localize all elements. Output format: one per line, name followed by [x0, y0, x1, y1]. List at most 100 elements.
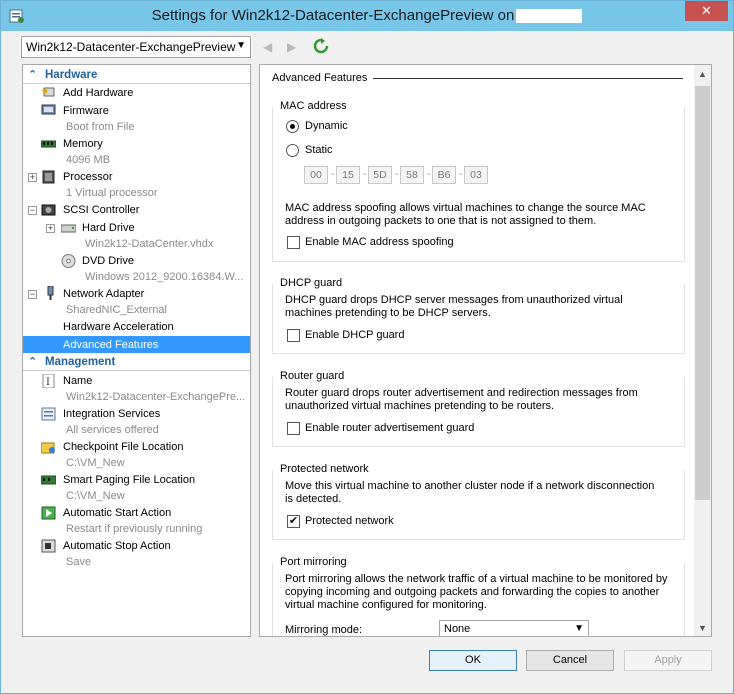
router-guard-checkbox[interactable] [287, 422, 300, 435]
tree-item-memory[interactable]: Memory [63, 136, 103, 152]
mac-spoofing-description: MAC address spoofing allows virtual mach… [285, 202, 646, 227]
integration-services-icon [41, 407, 56, 421]
svg-text:I: I [46, 377, 50, 388]
vm-select-value: Win2k12-Datacenter-ExchangePreview [26, 40, 236, 54]
dhcp-guard-description: DHCP guard drops DHCP server messages fr… [285, 294, 623, 319]
tree-item-dvd-drive[interactable]: DVD Drive [82, 253, 134, 269]
vertical-scrollbar[interactable]: ▲ ▼ [694, 65, 711, 636]
mac-dynamic-radio[interactable] [286, 120, 299, 133]
dhcp-guard-checkbox[interactable] [287, 329, 300, 342]
tree-item-network-adapter-detail: SharedNIC_External [66, 304, 167, 316]
checkpoint-folder-icon [41, 442, 55, 454]
mac-separator: - [459, 169, 463, 180]
forward-arrow-icon[interactable]: ▶ [287, 40, 296, 54]
hard-drive-icon [61, 224, 76, 233]
toolbar: Win2k12-Datacenter-ExchangePreview ▼ ◀ ▶ [1, 31, 733, 61]
tree-item-checkpoint-file-location[interactable]: Checkpoint File Location [63, 439, 183, 455]
window-title: Settings for Win2k12-Datacenter-Exchange… [1, 7, 733, 24]
window-title-text: Settings for Win2k12-Datacenter-Exchange… [151, 7, 515, 24]
tree-item-automatic-stop-action[interactable]: Automatic Stop Action [63, 538, 171, 554]
hardware-section-header[interactable]: ⌃ Hardware [23, 67, 250, 84]
tree-item-automatic-stop-action-detail: Save [66, 556, 92, 568]
protected-network-checkbox[interactable]: ✔ [287, 515, 300, 528]
automatic-start-icon [41, 506, 56, 520]
tree-item-smart-paging-file-location[interactable]: Smart Paging File Location [63, 472, 195, 488]
ok-button[interactable]: OK [429, 650, 517, 671]
mac-spoofing-checkbox[interactable] [287, 236, 300, 249]
mirroring-mode-value: None [444, 623, 471, 635]
settings-panel: Advanced Features MAC address Dynamic St… [259, 64, 712, 637]
mirroring-mode-select[interactable]: None ▼ [439, 620, 589, 636]
tree-item-firmware[interactable]: Firmware [63, 103, 109, 119]
mac-separator: - [363, 169, 367, 180]
management-section-header[interactable]: ⌃ Management [23, 354, 250, 371]
tree-item-automatic-start-action[interactable]: Automatic Start Action [63, 505, 171, 521]
mac-octet-6[interactable]: 03 [464, 166, 488, 184]
tree-item-advanced-features[interactable]: Advanced Features [63, 337, 158, 353]
mirroring-mode-label: Mirroring mode: [285, 624, 363, 636]
tree-item-integration-services-detail: All services offered [66, 424, 159, 436]
scsi-controller-icon [41, 204, 56, 216]
panel-title: Advanced Features [272, 72, 368, 84]
scroll-up-icon[interactable]: ▲ [694, 69, 711, 79]
expand-processor-toggle[interactable]: + [28, 173, 37, 182]
apply-button[interactable]: Apply [624, 650, 712, 671]
tree-item-integration-services[interactable]: Integration Services [63, 406, 160, 422]
mac-dynamic-label: Dynamic [305, 120, 348, 132]
tree-item-firmware-detail: Boot from File [66, 121, 135, 133]
panel-title-divider [373, 78, 683, 79]
protected-network-label: Protected network [305, 515, 394, 527]
tree-item-processor[interactable]: Processor [63, 169, 113, 185]
tree-item-hard-drive[interactable]: Hard Drive [82, 220, 135, 236]
tree-item-memory-detail: 4096 MB [66, 154, 111, 166]
dhcp-guard-label: Enable DHCP guard [305, 329, 405, 341]
port-mirroring-description: Port mirroring allows the network traffi… [285, 573, 668, 611]
collapse-scsi-toggle[interactable]: − [28, 206, 37, 215]
scrollbar-thumb[interactable] [695, 86, 710, 500]
cancel-button[interactable]: Cancel [526, 650, 614, 671]
mac-octet-3[interactable]: 5D [368, 166, 392, 184]
settings-tree: ⌃ Hardware ★ Add Hardware Firmware Boot … [22, 64, 251, 637]
firmware-icon [41, 104, 56, 115]
mac-octet-2[interactable]: 15 [336, 166, 360, 184]
mac-spoofing-label: Enable MAC address spoofing [305, 236, 454, 248]
hardware-header-label: Hardware [45, 69, 98, 81]
svg-text:★: ★ [41, 87, 49, 97]
mac-separator: - [331, 169, 335, 180]
vm-select[interactable]: Win2k12-Datacenter-ExchangePreview ▼ [21, 36, 251, 58]
tree-item-checkpoint-file-location-detail: C:\VM_New [66, 457, 125, 469]
expand-hard-drive-toggle[interactable]: + [46, 224, 55, 233]
scroll-down-icon[interactable]: ▼ [694, 623, 711, 633]
tree-item-automatic-start-action-detail: Restart if previously running [66, 523, 203, 535]
mac-octet-1[interactable]: 00 [304, 166, 328, 184]
mac-octet-4[interactable]: 58 [400, 166, 424, 184]
chevron-down-icon: ▼ [236, 40, 246, 51]
tree-item-smart-paging-file-location-detail: C:\VM_New [66, 490, 125, 502]
tree-item-scsi-controller[interactable]: SCSI Controller [63, 202, 139, 218]
settings-window: Settings for Win2k12-Datacenter-Exchange… [0, 0, 734, 694]
memory-icon [41, 140, 56, 148]
mac-separator: - [395, 169, 399, 180]
collapse-icon: ⌃ [28, 356, 38, 368]
tree-item-add-hardware[interactable]: Add Hardware [63, 85, 133, 101]
tree-item-hardware-acceleration[interactable]: Hardware Acceleration [63, 319, 174, 335]
tree-item-name[interactable]: Name [63, 373, 92, 389]
router-guard-label: Enable router advertisement guard [305, 422, 475, 434]
collapse-network-adapter-toggle[interactable]: − [28, 290, 37, 299]
refresh-icon[interactable] [313, 38, 329, 54]
tree-item-processor-detail: 1 Virtual processor [66, 187, 158, 199]
chevron-down-icon: ▼ [574, 623, 584, 634]
close-button[interactable]: ✕ [685, 1, 728, 21]
title-bar: Settings for Win2k12-Datacenter-Exchange… [1, 1, 733, 31]
mac-separator: - [427, 169, 431, 180]
back-arrow-icon[interactable]: ◀ [263, 40, 272, 54]
mac-static-radio[interactable] [286, 144, 299, 157]
redacted-host [516, 9, 583, 24]
processor-icon [42, 170, 55, 184]
tree-item-network-adapter[interactable]: Network Adapter [63, 286, 144, 302]
network-adapter-icon [47, 286, 54, 300]
mac-static-label: Static [305, 144, 333, 156]
mac-octet-5[interactable]: B6 [432, 166, 456, 184]
collapse-icon: ⌃ [28, 69, 38, 81]
smart-paging-icon [41, 475, 56, 485]
